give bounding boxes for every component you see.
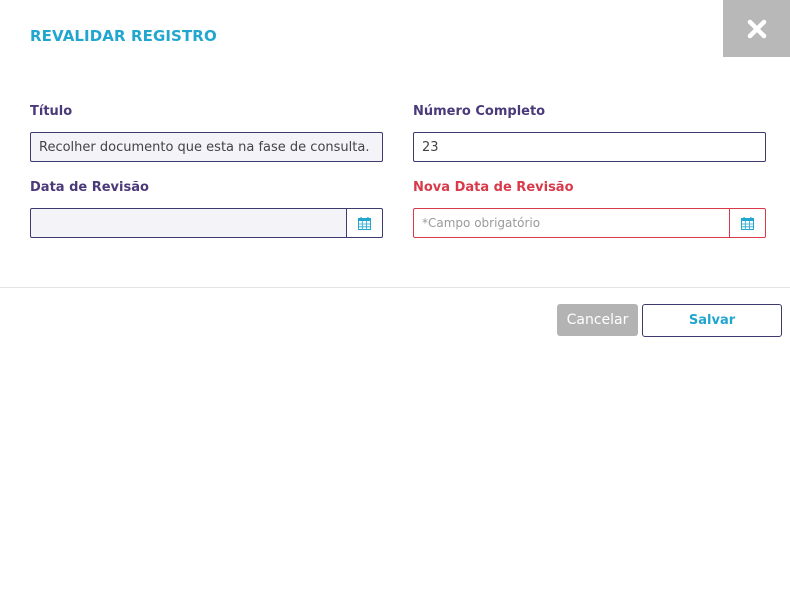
titulo-field[interactable] bbox=[30, 132, 383, 162]
data-revisao-field[interactable] bbox=[30, 208, 347, 238]
titulo-label: Título bbox=[30, 104, 73, 119]
close-icon bbox=[747, 19, 766, 38]
numero-completo-label: Número Completo bbox=[413, 104, 546, 119]
nova-data-revisao-label: Nova Data de Revisão bbox=[413, 180, 574, 195]
numero-completo-field[interactable] bbox=[413, 132, 766, 162]
calendar-icon bbox=[358, 216, 371, 230]
calendar-icon bbox=[741, 216, 754, 230]
nova-data-revisao-field[interactable] bbox=[413, 208, 730, 238]
cancel-button[interactable]: Cancelar bbox=[557, 304, 638, 336]
data-revisao-label: Data de Revisão bbox=[30, 180, 149, 195]
modal-title: REVALIDAR REGISTRO bbox=[30, 27, 217, 45]
footer-divider bbox=[0, 287, 790, 288]
save-button[interactable]: Salvar bbox=[642, 304, 782, 337]
close-button[interactable] bbox=[723, 0, 790, 57]
nova-data-revisao-calendar-button[interactable] bbox=[729, 208, 766, 238]
data-revisao-calendar-button[interactable] bbox=[346, 208, 383, 238]
